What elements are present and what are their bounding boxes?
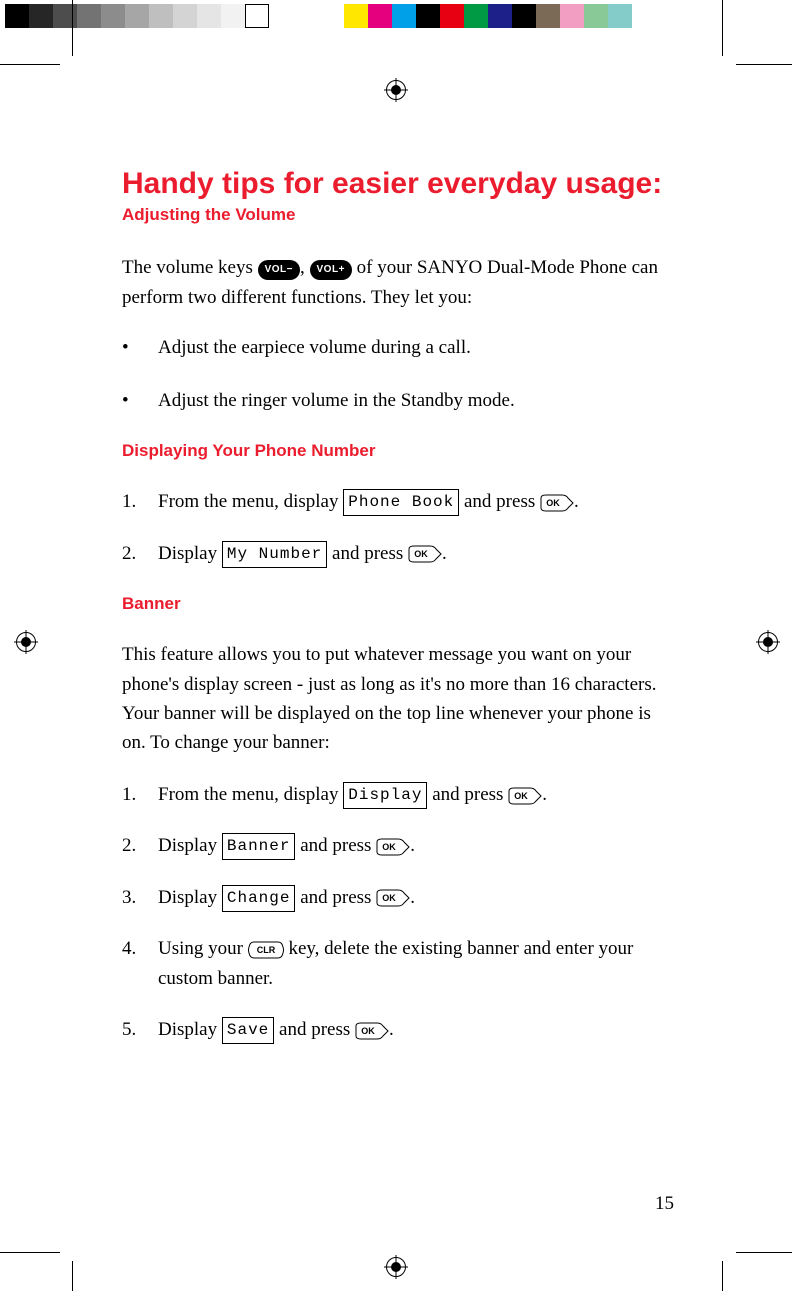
registration-mark-icon: [756, 630, 780, 654]
volume-bullet-list: •Adjust the earpiece volume during a cal…: [122, 334, 678, 415]
ok-key-icon: OK: [355, 1022, 389, 1040]
step-text: .: [410, 835, 415, 856]
step-text: From the menu, display: [158, 784, 343, 805]
step-text: .: [542, 784, 547, 805]
step-text: .: [410, 887, 415, 908]
svg-text:OK: OK: [361, 1026, 375, 1036]
crop-mark: [722, 0, 723, 56]
crop-mark: [0, 1252, 60, 1253]
crop-mark: [0, 64, 60, 65]
bullet-text: Adjust the earpiece volume during a call…: [158, 337, 471, 358]
lcd-label-display: Display: [343, 782, 427, 809]
step-text: and press: [327, 543, 408, 564]
step-text: .: [389, 1019, 394, 1040]
banner-steps: 1.From the menu, display Display and pre…: [122, 780, 678, 1045]
list-item: 2.Display My Number and press OK.: [122, 539, 678, 568]
registration-mark-icon: [14, 630, 38, 654]
step-text: Using your: [158, 938, 248, 959]
step-text: Display: [158, 543, 222, 564]
vol-minus-key-icon: VOL−: [258, 260, 300, 280]
clr-key-icon: CLR: [248, 941, 284, 959]
ok-key-icon: OK: [508, 787, 542, 805]
step-text: and press: [295, 835, 376, 856]
list-item: 4.Using your CLR key, delete the existin…: [122, 934, 678, 993]
step-text: Display: [158, 835, 222, 856]
step-text: and press: [427, 784, 508, 805]
list-item: •Adjust the earpiece volume during a cal…: [122, 334, 678, 363]
svg-text:OK: OK: [382, 893, 396, 903]
list-item: 1.From the menu, display Display and pre…: [122, 780, 678, 809]
lcd-label-banner: Banner: [222, 833, 296, 860]
step-text: Display: [158, 1019, 222, 1040]
list-item: 5.Display Save and press OK.: [122, 1015, 678, 1044]
step-text: .: [442, 543, 447, 564]
svg-text:OK: OK: [546, 498, 560, 508]
step-text: and press: [459, 491, 540, 512]
crop-mark: [736, 1252, 792, 1253]
crop-mark: [72, 1261, 73, 1291]
lcd-label-save: Save: [222, 1017, 274, 1044]
ok-key-icon: OK: [376, 838, 410, 856]
page-content: Handy tips for easier everyday usage: Ad…: [122, 166, 678, 1067]
svg-text:OK: OK: [382, 842, 396, 852]
list-item: •Adjust the ringer volume in the Standby…: [122, 387, 678, 416]
svg-text:CLR: CLR: [256, 945, 275, 955]
svg-text:OK: OK: [414, 549, 428, 559]
vol-plus-key-icon: VOL+: [310, 260, 352, 280]
page-title: Handy tips for easier everyday usage:: [122, 166, 678, 201]
step-text: From the menu, display: [158, 491, 343, 512]
list-item: 1.From the menu, display Phone Book and …: [122, 487, 678, 516]
grayscale-calibration-bar: [5, 4, 269, 28]
step-text: Display: [158, 887, 222, 908]
section-heading-phone-number: Displaying Your Phone Number: [122, 441, 678, 461]
step-text: and press: [274, 1019, 355, 1040]
step-text: .: [574, 491, 579, 512]
text: The volume keys: [122, 257, 258, 278]
phone-number-steps: 1.From the menu, display Phone Book and …: [122, 487, 678, 568]
intro-paragraph: The volume keys VOL−, VOL+ of your SANYO…: [122, 253, 678, 312]
list-item: 3.Display Change and press OK.: [122, 883, 678, 912]
text: ,: [300, 257, 310, 278]
registration-mark-icon: [384, 1255, 408, 1279]
list-item: 2.Display Banner and press OK.: [122, 831, 678, 860]
lcd-label-my-number: My Number: [222, 541, 327, 568]
crop-mark: [72, 0, 73, 56]
bullet-text: Adjust the ringer volume in the Standby …: [158, 390, 515, 411]
registration-mark-icon: [384, 78, 408, 102]
page-number: 15: [655, 1193, 674, 1215]
section-heading-volume: Adjusting the Volume: [122, 205, 678, 225]
svg-text:OK: OK: [514, 791, 528, 801]
ok-key-icon: OK: [376, 889, 410, 907]
banner-paragraph: This feature allows you to put whatever …: [122, 640, 678, 758]
color-calibration-bar: [344, 4, 632, 28]
step-text: and press: [295, 887, 376, 908]
ok-key-icon: OK: [408, 545, 442, 563]
section-heading-banner: Banner: [122, 594, 678, 614]
crop-mark: [722, 1261, 723, 1291]
lcd-label-change: Change: [222, 885, 296, 912]
lcd-label-phone-book: Phone Book: [343, 489, 459, 516]
crop-mark: [736, 64, 792, 65]
ok-key-icon: OK: [540, 494, 574, 512]
